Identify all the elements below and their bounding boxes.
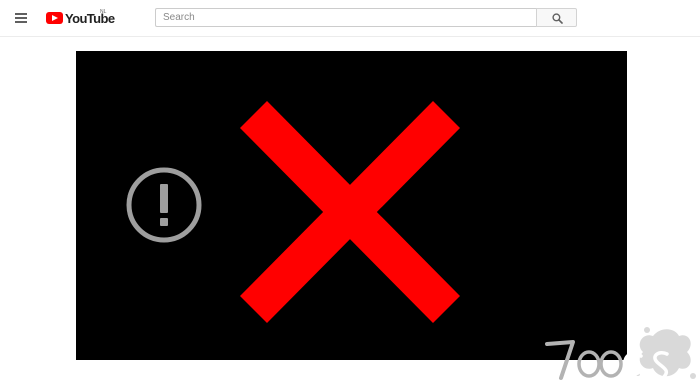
- region-code: NL: [100, 9, 107, 15]
- red-x-icon: [240, 101, 460, 323]
- logo-text: YouTube: [65, 10, 115, 26]
- video-player[interactable]: [76, 51, 627, 360]
- search-button[interactable]: [536, 8, 577, 27]
- search-input[interactable]: [155, 8, 536, 27]
- hamburger-menu-icon[interactable]: [13, 10, 33, 26]
- youtube-play-icon: [46, 12, 63, 24]
- exclamation-circle-icon: [126, 167, 202, 243]
- watermark-logo: [545, 327, 696, 381]
- masthead: YouTube NL: [0, 0, 700, 37]
- search-icon: [552, 13, 563, 24]
